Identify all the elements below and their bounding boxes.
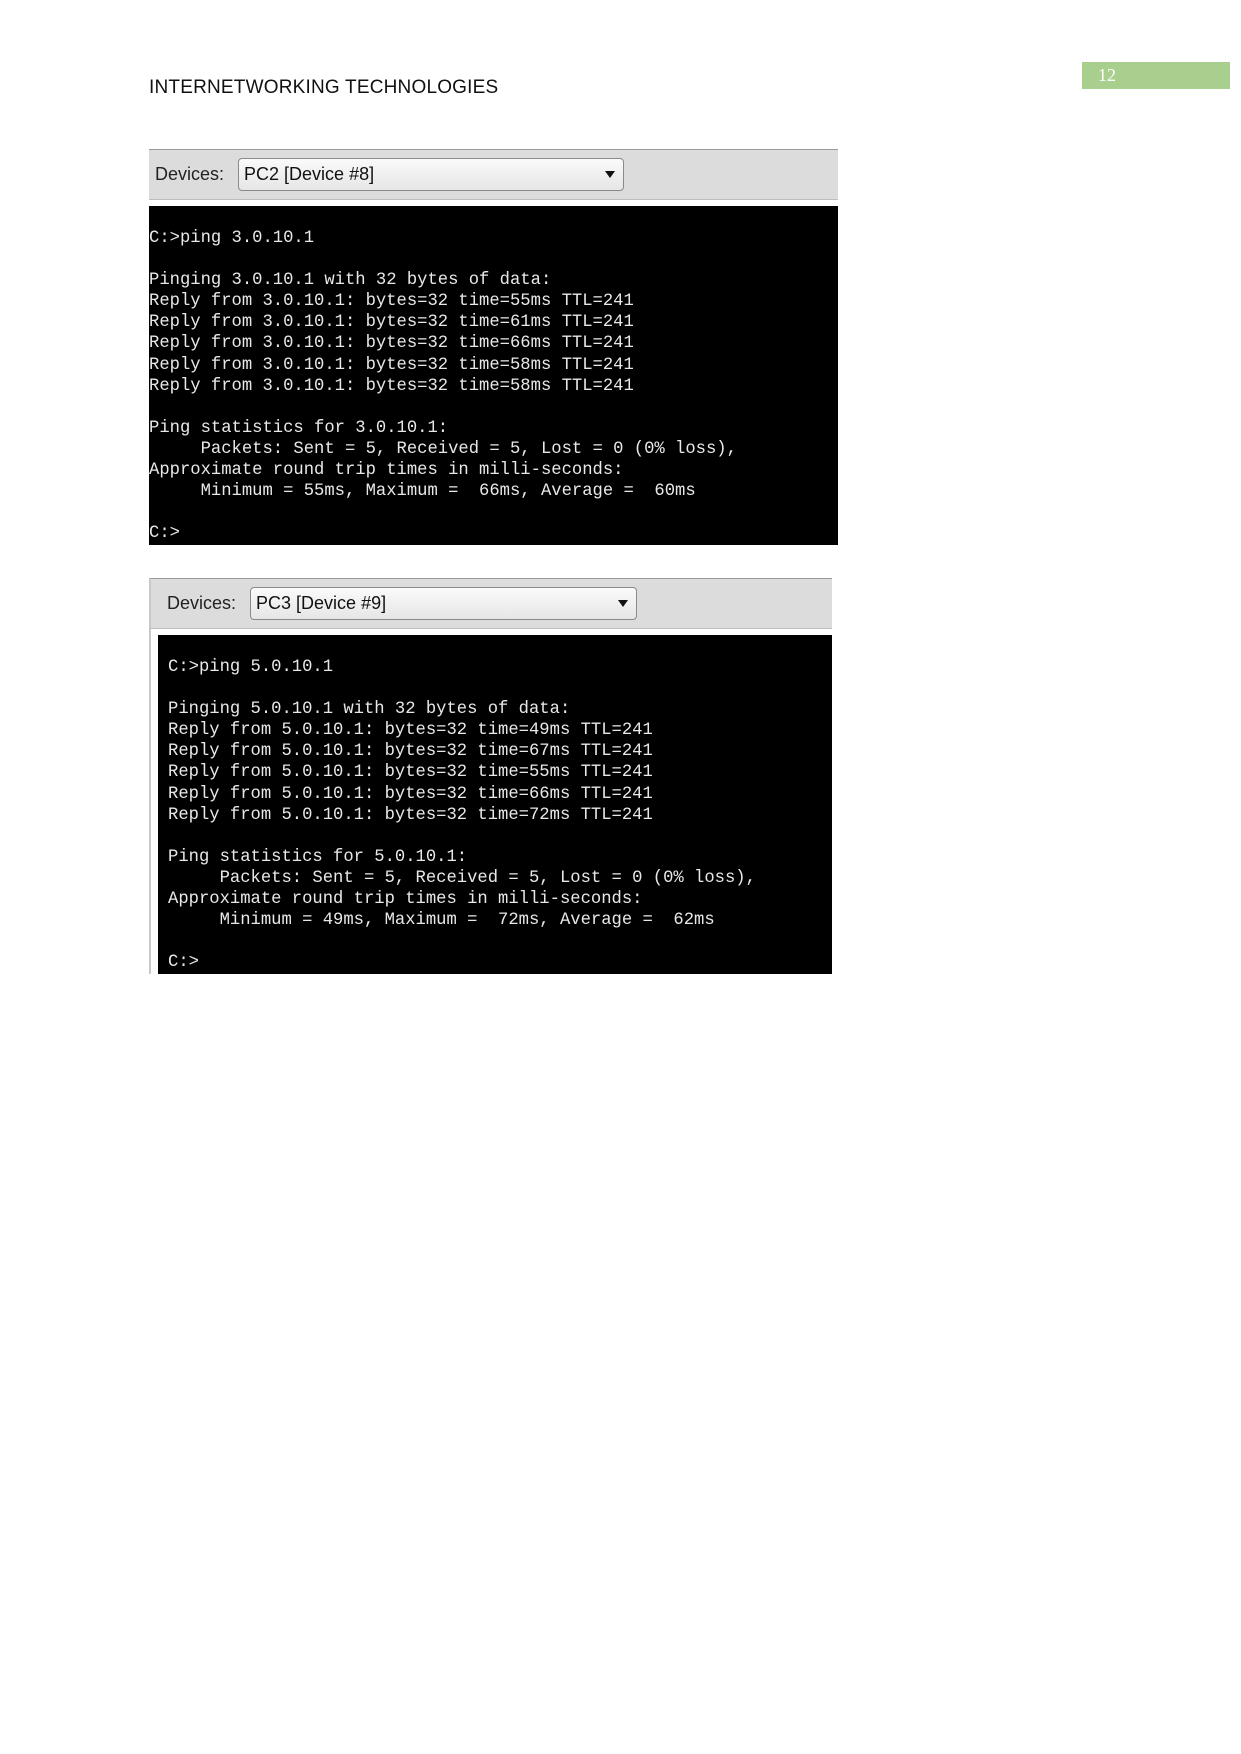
- terminal-line: Reply from 3.0.10.1: bytes=32 time=61ms …: [149, 313, 634, 333]
- device-select-dropdown[interactable]: PC2 [Device #8]: [238, 158, 625, 191]
- page-number-badge: 12: [1082, 62, 1230, 89]
- terminal-line: Reply from 3.0.10.1: bytes=32 time=66ms …: [149, 334, 634, 354]
- terminal-line: Approximate round trip times in milli-se…: [149, 461, 624, 481]
- pc2-terminal-panel: Devices: PC2 [Device #8] C:>ping 3.0.10.…: [149, 149, 838, 545]
- devices-bar: Devices: PC2 [Device #8]: [149, 149, 838, 200]
- terminal-line: Reply from 5.0.10.1: bytes=32 time=49ms …: [168, 721, 653, 741]
- terminal-line: Reply from 3.0.10.1: bytes=32 time=58ms …: [149, 355, 634, 375]
- terminal-line: Packets: Sent = 5, Received = 5, Lost = …: [149, 439, 737, 459]
- chevron-down-icon: [605, 171, 616, 178]
- device-select-value: PC2 [Device #8]: [244, 164, 375, 184]
- terminal-line: Reply from 5.0.10.1: bytes=32 time=66ms …: [168, 784, 653, 804]
- terminal-line: C:>: [168, 953, 199, 973]
- terminal-line: Reply from 3.0.10.1: bytes=32 time=55ms …: [149, 292, 634, 312]
- terminal-line: Reply from 3.0.10.1: bytes=32 time=58ms …: [149, 376, 634, 396]
- terminal-line: Ping statistics for 3.0.10.1:: [149, 418, 449, 438]
- devices-label: Devices:: [167, 593, 237, 613]
- terminal-line: Pinging 3.0.10.1 with 32 bytes of data:: [149, 271, 552, 291]
- device-select-value: PC3 [Device #9]: [256, 593, 387, 613]
- terminal-line: Reply from 5.0.10.1: bytes=32 time=72ms …: [168, 805, 653, 825]
- terminal-line: C:>: [149, 524, 180, 544]
- terminal-line: Minimum = 49ms, Maximum = 72ms, Average …: [168, 911, 715, 931]
- terminal-line: Approximate round trip times in milli-se…: [168, 890, 643, 910]
- devices-label: Devices:: [155, 164, 225, 184]
- terminal-output[interactable]: C:>ping 3.0.10.1 Pinging 3.0.10.1 with 32…: [149, 206, 838, 545]
- document-header-title: INTERNETWORKING TECHNOLOGIES: [149, 77, 499, 98]
- pc3-terminal-panel: Devices: PC3 [Device #9] C:>ping 5.0.10.…: [149, 578, 832, 974]
- devices-bar: Devices: PC3 [Device #9]: [149, 578, 832, 629]
- terminal-output[interactable]: C:>ping 5.0.10.1 Pinging 5.0.10.1 with 32…: [158, 635, 832, 974]
- terminal-line: Pinging 5.0.10.1 with 32 bytes of data:: [168, 700, 571, 720]
- terminal-line: C:>ping 3.0.10.1: [149, 229, 315, 248]
- terminal-line: Reply from 5.0.10.1: bytes=32 time=55ms …: [168, 763, 653, 783]
- terminal-line: Ping statistics for 5.0.10.1:: [168, 847, 468, 867]
- device-select-dropdown[interactable]: PC3 [Device #9]: [250, 587, 638, 620]
- terminal-line: Minimum = 55ms, Maximum = 66ms, Average …: [149, 482, 696, 502]
- chevron-down-icon: [618, 600, 629, 607]
- terminal-line: C:>ping 5.0.10.1: [168, 658, 334, 677]
- terminal-line: Packets: Sent = 5, Received = 5, Lost = …: [168, 868, 756, 888]
- terminal-line: Reply from 5.0.10.1: bytes=32 time=67ms …: [168, 742, 653, 762]
